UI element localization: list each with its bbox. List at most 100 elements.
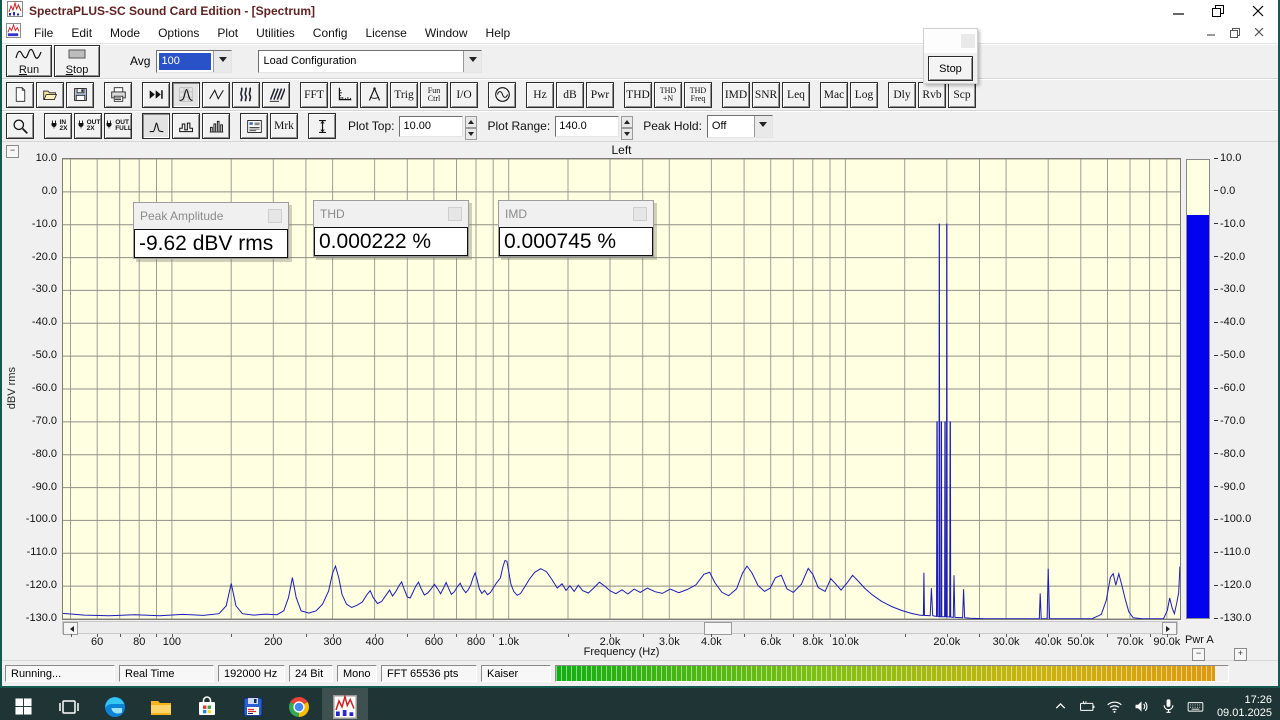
menu-edit[interactable]: Edit — [62, 24, 101, 42]
mdi-restore-icon[interactable] — [1230, 27, 1240, 38]
edge-icon[interactable] — [92, 688, 138, 720]
zoom-in-2x-button[interactable]: IN 2X — [44, 113, 72, 139]
macro-button[interactable]: Mac — [820, 81, 848, 108]
mdi-close-icon[interactable] — [1254, 28, 1264, 38]
menu-mode[interactable]: Mode — [101, 24, 149, 42]
chevron-down-icon[interactable] — [463, 50, 482, 72]
start-button[interactable] — [0, 688, 46, 720]
peak-hold-select[interactable]: Off — [706, 114, 773, 138]
microphone-icon[interactable] — [1159, 697, 1179, 717]
zoom-button[interactable] — [6, 113, 34, 139]
scope-button[interactable]: Scp — [948, 81, 976, 108]
run-button[interactable]: Run — [6, 45, 52, 77]
x-axis-minor-tick — [119, 634, 121, 637]
collapse-meter-icon[interactable]: − — [1192, 648, 1205, 661]
thd-freq-button[interactable]: THD Freq — [684, 81, 712, 108]
close-icon[interactable] — [268, 209, 282, 223]
function-control-button[interactable]: Fun Ctrl — [420, 81, 448, 108]
restore-icon[interactable] — [1211, 4, 1225, 18]
calipers-button[interactable] — [360, 81, 388, 108]
averaging-progress-bar — [555, 665, 1229, 682]
chevron-down-icon[interactable] — [213, 50, 232, 72]
save-button[interactable] — [66, 81, 94, 108]
pwr-button[interactable]: Pwr — [586, 81, 614, 108]
zoom-out-full-button[interactable]: OUT FULL — [104, 113, 132, 139]
close-icon[interactable] — [1251, 4, 1265, 18]
menu-file[interactable]: File — [25, 24, 62, 42]
io-button[interactable]: I/O — [450, 81, 478, 108]
avg-select[interactable]: 100 — [156, 49, 233, 73]
thd-n-button[interactable]: THD +N — [654, 81, 682, 108]
scroll-right-icon[interactable] — [1162, 622, 1177, 635]
minimize-icon[interactable] — [1171, 4, 1185, 18]
process-button[interactable] — [142, 81, 170, 108]
stop-button[interactable]: Stop — [54, 45, 100, 77]
close-icon[interactable] — [633, 207, 647, 221]
task-view-button[interactable] — [46, 688, 92, 720]
keyboard-icon[interactable] — [1186, 697, 1206, 717]
expand-pane-icon[interactable]: + — [1234, 648, 1247, 661]
time-series-view-button[interactable] — [202, 81, 230, 108]
tray-chevron-icon[interactable] — [1051, 697, 1071, 717]
marker-button[interactable]: Mrk — [270, 113, 298, 139]
menu-window[interactable]: Window — [416, 24, 477, 42]
leq-button[interactable]: Leq — [782, 81, 810, 108]
display-options-button[interactable] — [240, 113, 268, 139]
open-file-button[interactable] — [36, 81, 64, 108]
menu-plot[interactable]: Plot — [208, 24, 247, 42]
plot-range-field[interactable]: 140.0 — [555, 115, 620, 137]
scaling-button[interactable] — [330, 81, 358, 108]
spectraplus-taskbar-button[interactable] — [322, 688, 368, 720]
menu-config[interactable]: Config — [304, 24, 357, 42]
delay-button[interactable]: Dly — [888, 81, 916, 108]
battery-icon[interactable] — [1078, 697, 1098, 717]
speaker-icon[interactable] — [1132, 697, 1152, 717]
floating-stop-button[interactable]: Stop — [928, 56, 973, 81]
menu-license[interactable]: License — [356, 24, 415, 42]
chrome-icon[interactable] — [276, 688, 322, 720]
wifi-icon[interactable] — [1105, 697, 1125, 717]
close-icon[interactable] — [961, 34, 975, 48]
menu-options[interactable]: Options — [149, 24, 208, 42]
mdi-doc-icon[interactable] — [6, 22, 21, 43]
spectrum-view-button[interactable] — [172, 81, 200, 108]
mdi-minimize-icon[interactable] — [1206, 28, 1216, 38]
plot-top-field[interactable]: 10.00 — [399, 115, 464, 137]
microsoft-store-icon[interactable] — [184, 688, 230, 720]
spectrogram-view-button[interactable] — [232, 81, 260, 108]
fft-settings-button[interactable]: FFT — [300, 81, 328, 108]
surface-view-button[interactable] — [262, 81, 290, 108]
scrollbar-thumb[interactable] — [704, 622, 732, 635]
system-clock[interactable]: 17:26 09.01.2025 — [1217, 694, 1272, 720]
signal-generator-button[interactable] — [488, 81, 516, 108]
menu-utilities[interactable]: Utilities — [247, 24, 304, 42]
floating-toolbar-titlebar[interactable] — [924, 29, 977, 53]
reverb-button[interactable]: Rvb — [918, 81, 946, 108]
log-button[interactable]: Log — [850, 81, 878, 108]
amplitude-scale-button[interactable] — [308, 113, 336, 139]
octave-button[interactable] — [172, 113, 200, 139]
print-button[interactable] — [104, 81, 132, 108]
chevron-down-icon[interactable] — [753, 115, 772, 137]
new-file-button[interactable] — [6, 81, 34, 108]
frequency-scrollbar[interactable] — [62, 621, 1178, 635]
floppy-app-icon[interactable] — [230, 688, 276, 720]
thd-button[interactable]: THD — [624, 81, 652, 108]
file-explorer-icon[interactable] — [138, 688, 184, 720]
snr-button[interactable]: SNR — [752, 81, 780, 108]
bar-graph-button[interactable] — [202, 113, 230, 139]
zoom-out-2x-button[interactable]: OUT 2X — [74, 113, 102, 139]
load-configuration-select[interactable]: Load Configuration — [258, 49, 483, 73]
hz-button[interactable]: Hz — [526, 81, 554, 108]
db-button[interactable]: dB — [556, 81, 584, 108]
menu-help[interactable]: Help — [477, 24, 520, 42]
trigger-button[interactable]: Trig — [390, 81, 418, 108]
peak-amplitude-panel[interactable]: Peak Amplitude -9.62 dBV rms — [133, 202, 289, 259]
imd-panel[interactable]: IMD 0.000745 % — [498, 200, 654, 257]
imd-button[interactable]: IMD — [722, 81, 750, 108]
plot-range-stepper[interactable] — [621, 115, 634, 140]
thd-panel[interactable]: THD 0.000222 % — [313, 200, 469, 257]
plot-top-stepper[interactable] — [465, 115, 478, 140]
close-icon[interactable] — [448, 207, 462, 221]
narrowband-button[interactable] — [142, 113, 170, 139]
